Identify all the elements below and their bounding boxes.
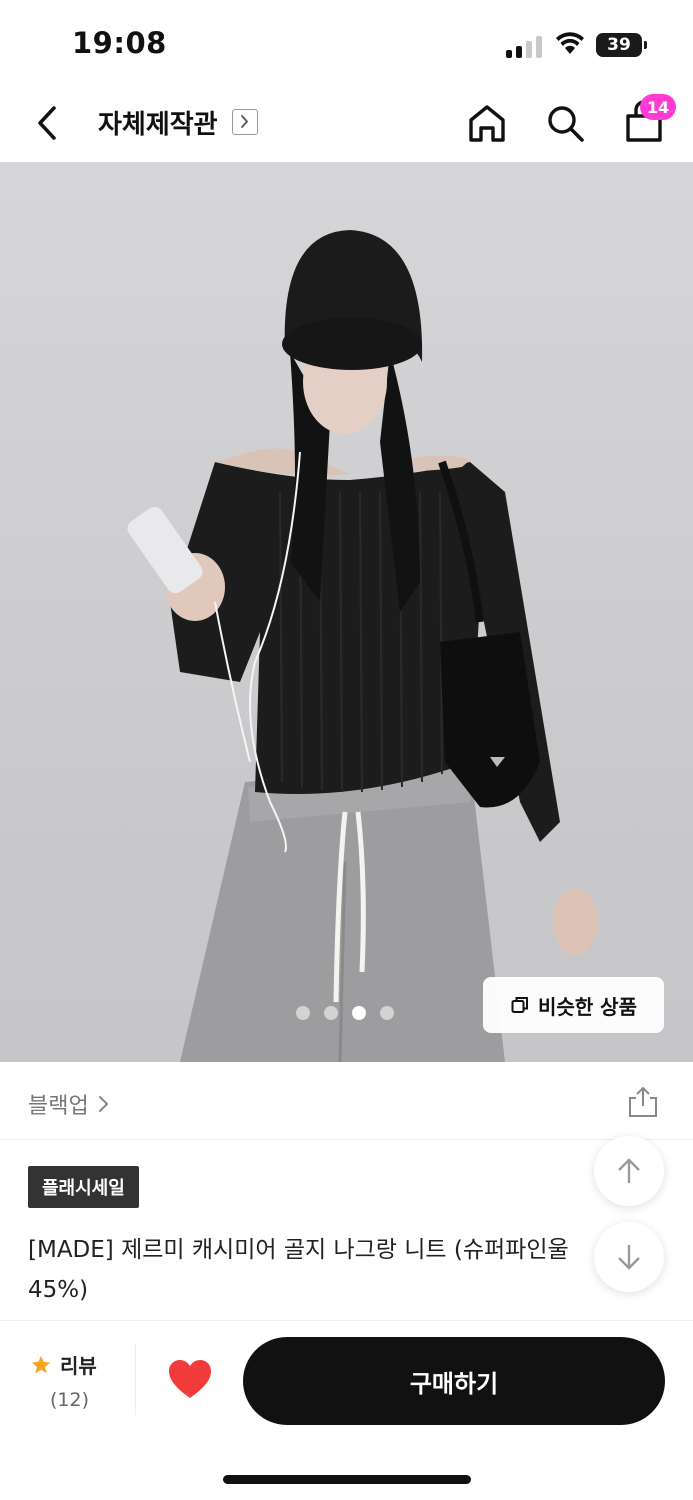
buy-button[interactable]: 구매하기 xyxy=(243,1337,665,1425)
brand-link[interactable]: 블랙업 xyxy=(28,1088,111,1120)
search-icon xyxy=(548,106,584,142)
chevron-right-icon xyxy=(241,115,248,128)
store-name[interactable]: 자체제작관 xyxy=(98,104,218,141)
product-image[interactable] xyxy=(0,162,693,1062)
chevron-right-icon xyxy=(98,1096,108,1112)
scroll-down-button[interactable] xyxy=(594,1222,664,1292)
home-button[interactable] xyxy=(466,102,508,144)
similar-products-button[interactable]: 비슷한 상품 xyxy=(483,977,664,1033)
review-summary[interactable]: 리뷰 (12) xyxy=(30,1350,120,1411)
battery-level: 39 xyxy=(596,33,642,57)
similar-products-label: 비슷한 상품 xyxy=(538,994,637,1019)
home-icon xyxy=(469,105,505,142)
heart-icon xyxy=(169,1360,211,1398)
product-title-continued: 45%) xyxy=(28,1277,89,1303)
product-photo xyxy=(127,230,597,1062)
copy-icon xyxy=(511,997,529,1013)
brand-name: 블랙업 xyxy=(28,1094,89,1119)
arrow-up-icon xyxy=(618,1158,640,1183)
divider xyxy=(0,1139,693,1140)
review-label: 리뷰 xyxy=(60,1354,97,1378)
battery-icon: 39 xyxy=(596,33,647,57)
cellular-signal-icon xyxy=(506,34,544,58)
pagination-dot[interactable] xyxy=(324,1006,338,1020)
share-icon xyxy=(629,1086,657,1117)
pagination-dot-active[interactable] xyxy=(352,1006,366,1020)
product-title: [MADE] 제르미 캐시미어 골지 나그랑 니트 (슈퍼파인울 xyxy=(28,1237,569,1263)
store-link-button[interactable] xyxy=(232,109,258,135)
back-icon xyxy=(38,106,56,140)
image-pagination-dots[interactable] xyxy=(296,1006,394,1020)
review-count: (12) xyxy=(50,1389,90,1411)
flash-sale-badge: 플래시세일 xyxy=(28,1166,139,1208)
like-button[interactable] xyxy=(166,1358,214,1402)
divider xyxy=(0,1320,693,1321)
cart-count-badge: 14 xyxy=(640,94,676,120)
home-indicator xyxy=(223,1475,471,1484)
divider xyxy=(135,1343,136,1415)
back-button[interactable] xyxy=(30,100,66,146)
search-button[interactable] xyxy=(544,102,586,144)
status-time: 19:08 xyxy=(72,26,167,60)
scroll-up-button[interactable] xyxy=(594,1136,664,1206)
pagination-dot[interactable] xyxy=(380,1006,394,1020)
pagination-dot[interactable] xyxy=(296,1006,310,1020)
arrow-down-icon xyxy=(618,1245,640,1270)
share-button[interactable] xyxy=(626,1084,660,1120)
wifi-icon xyxy=(556,32,584,56)
star-icon xyxy=(31,1355,51,1373)
